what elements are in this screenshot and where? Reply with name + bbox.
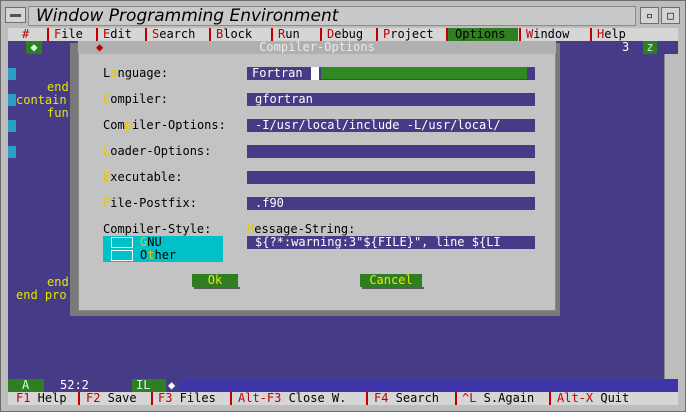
key-separator (78, 392, 80, 405)
compiler-options-field[interactable]: -I/usr/local/include -L/usr/local/ (247, 119, 535, 132)
loader-options-field[interactable] (247, 145, 535, 158)
language-label: Language: (103, 66, 169, 80)
language-value[interactable]: Fortran (252, 67, 312, 80)
gutter-mark (8, 68, 16, 80)
key-separator (230, 392, 232, 405)
minimize-button[interactable]: ▫ (640, 7, 659, 24)
message-string-field[interactable]: ${?*:warning:3"${FILE}", line ${LI (247, 236, 535, 249)
key-search-again[interactable]: ^L S.Again (462, 392, 534, 405)
message-string-label: Message-String: (247, 222, 356, 236)
key-search[interactable]: F4 Search (374, 392, 439, 405)
dialog-title: Compiler-Options (259, 40, 375, 54)
menu-edit[interactable]: Edit (103, 28, 132, 41)
compiler-field[interactable]: gfortran (247, 93, 535, 106)
key-separator (151, 392, 153, 405)
executable-field[interactable] (247, 171, 535, 184)
menu-separator (519, 28, 521, 41)
radio-gnu[interactable] (111, 237, 133, 248)
cancel-button[interactable]: Cancel (360, 274, 422, 287)
menu-separator (145, 28, 147, 41)
key-help[interactable]: F1 Help (16, 392, 67, 405)
ok-button[interactable]: Ok (192, 274, 238, 287)
menu-project[interactable]: Project (383, 28, 434, 41)
menu-search[interactable]: Search (152, 28, 195, 41)
key-separator (455, 392, 457, 405)
loader-options-label: Loader-Options: (103, 144, 212, 158)
menu-separator (47, 28, 49, 41)
language-selection-highlight (321, 67, 527, 79)
menu-separator (376, 28, 378, 41)
file-postfix-label: File-Postfix: (103, 196, 197, 210)
compiler-options-label: Compiler-Options: (103, 118, 226, 132)
gutter-mark (8, 146, 16, 158)
vertical-scrollbar[interactable] (664, 54, 678, 379)
window-menu-button[interactable] (5, 7, 26, 23)
zoom-button[interactable]: z (643, 41, 657, 54)
maximize-button[interactable]: □ (661, 7, 680, 24)
code-line[interactable]: fun (47, 107, 69, 120)
radio-other-label[interactable]: Other (140, 249, 176, 262)
tab-indicator[interactable]: ◆ (26, 41, 42, 54)
key-quit[interactable]: Alt-X Quit (557, 392, 629, 405)
key-files[interactable]: F3 Files (158, 392, 216, 405)
button-shadow (362, 287, 424, 289)
menu-hash[interactable]: # (22, 28, 29, 41)
window-number: 3 (622, 40, 630, 54)
key-save[interactable]: F2 Save (86, 392, 137, 405)
menu-window[interactable]: Window (526, 28, 569, 41)
compiler-label: Compiler: (103, 92, 169, 106)
menu-block[interactable]: Block (216, 28, 252, 41)
key-separator (366, 392, 368, 405)
window-title: Window Programming Environment (36, 6, 339, 26)
menu-separator (590, 28, 592, 41)
gutter-mark (8, 120, 16, 132)
code-line[interactable]: end pro (16, 289, 67, 302)
text-cursor (311, 67, 319, 80)
executable-label: Executable: (103, 170, 183, 184)
key-separator (549, 392, 551, 405)
button-shadow (194, 287, 240, 289)
file-postfix-field[interactable]: .f90 (247, 197, 535, 210)
menu-file[interactable]: File (54, 28, 83, 41)
menu-options[interactable]: Options (448, 28, 518, 41)
radio-other[interactable] (111, 250, 133, 261)
key-close-window[interactable]: Alt-F3 Close W. (238, 392, 346, 405)
gutter-mark (8, 94, 16, 106)
dialog-close-button[interactable]: ◆ (96, 41, 103, 54)
menu-separator (209, 28, 211, 41)
